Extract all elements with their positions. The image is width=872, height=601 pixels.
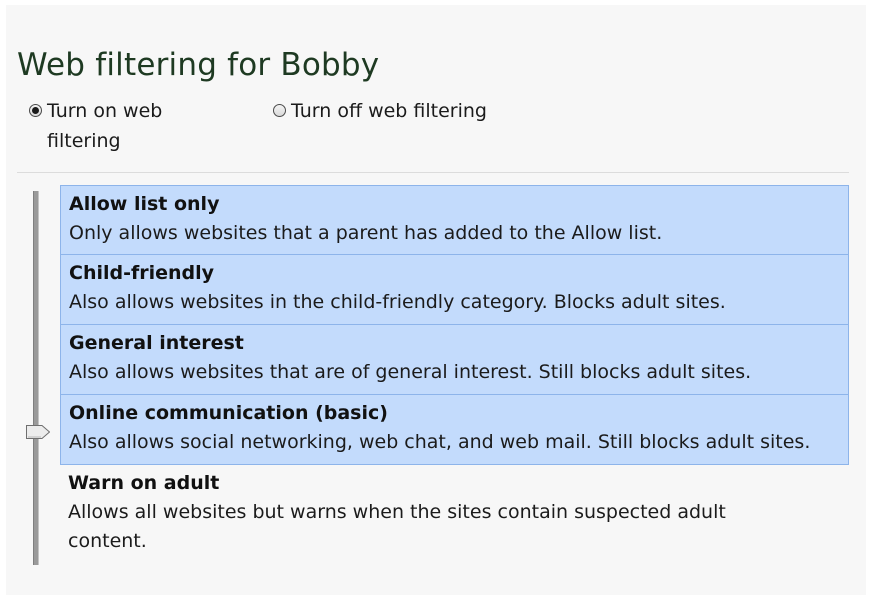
- filter-level-list: Allow list only Only allows websites tha…: [60, 185, 849, 560]
- level-title: Child-friendly: [69, 262, 215, 284]
- slider-thumb-icon[interactable]: [26, 425, 50, 439]
- turn-off-filtering-label[interactable]: Turn off web filtering: [291, 96, 487, 126]
- level-title: General interest: [69, 332, 244, 354]
- level-online-communication[interactable]: Online communication (basic) Also allows…: [60, 395, 849, 465]
- level-description: Also allows social networking, web chat,…: [69, 431, 811, 453]
- turn-on-filtering-radio[interactable]: Turn on web filtering: [29, 96, 229, 156]
- level-title: Warn on adult: [68, 472, 220, 494]
- level-title: Online communication (basic): [69, 402, 388, 424]
- turn-on-filtering-label[interactable]: Turn on web filtering: [47, 96, 229, 156]
- level-allow-list-only[interactable]: Allow list only Only allows websites tha…: [60, 185, 849, 255]
- radio-unselected-icon[interactable]: [273, 104, 286, 117]
- page-title: Web filtering for Bobby: [17, 46, 380, 83]
- level-description: Also allows websites in the child-friend…: [69, 291, 726, 313]
- level-title: Allow list only: [69, 193, 220, 215]
- level-description: Also allows websites that are of general…: [69, 361, 752, 383]
- restriction-slider-track[interactable]: [33, 191, 39, 565]
- level-warn-on-adult[interactable]: Warn on adult Allows all websites but wa…: [60, 465, 849, 560]
- level-child-friendly[interactable]: Child-friendly Also allows websites in t…: [60, 255, 849, 325]
- level-description: Allows all websites but warns when the s…: [68, 501, 726, 552]
- separator: [17, 172, 849, 173]
- turn-off-filtering-radio[interactable]: Turn off web filtering: [273, 96, 573, 126]
- level-general-interest[interactable]: General interest Also allows websites th…: [60, 325, 849, 395]
- radio-selected-icon[interactable]: [29, 104, 42, 117]
- level-description: Only allows websites that a parent has a…: [69, 222, 663, 244]
